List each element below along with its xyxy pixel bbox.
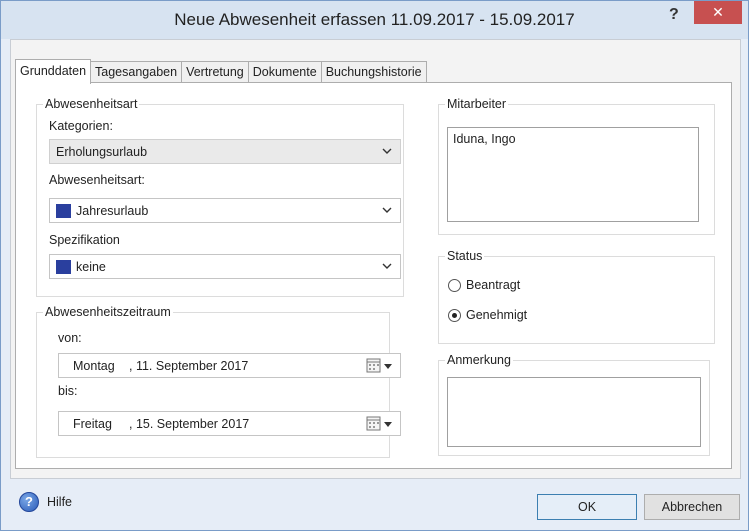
employee-name[interactable]: Iduna, Ingo xyxy=(453,132,516,146)
status-radio-genehmigt[interactable] xyxy=(448,309,461,322)
to-date-input[interactable]: Freitag , 15. September 2017 xyxy=(58,411,401,436)
to-label: bis: xyxy=(58,384,78,398)
chevron-down-icon xyxy=(382,148,392,154)
tab-grunddaten[interactable]: Grunddaten xyxy=(15,59,92,84)
status-genehmigt-label[interactable]: Genehmigt xyxy=(466,308,527,322)
tab-tagesangaben[interactable]: Tagesangaben xyxy=(90,61,183,83)
status-group: Status xyxy=(438,249,715,344)
status-beantragt-label[interactable]: Beantragt xyxy=(466,278,520,292)
color-swatch-icon xyxy=(56,260,71,274)
absence-type-value: Jahresurlaub xyxy=(76,204,149,218)
help-icon[interactable]: ? xyxy=(19,492,39,512)
absence-type-dropdown[interactable]: Jahresurlaub xyxy=(49,198,401,223)
help-question-icon[interactable]: ? xyxy=(669,6,679,24)
dialog-window: Neue Abwesenheit erfassen 11.09.2017 - 1… xyxy=(0,0,749,531)
categories-value: Erholungsurlaub xyxy=(56,145,148,159)
specification-dropdown[interactable]: keine xyxy=(49,254,401,279)
calendar-dropdown-icon[interactable] xyxy=(366,416,396,432)
from-date-value: , 11. September 2017 xyxy=(129,359,249,373)
tab-vertretung[interactable]: Vertretung xyxy=(181,61,249,83)
period-group-label: Abwesenheitszeitraum xyxy=(43,305,173,319)
absence-type-label: Abwesenheitsart: xyxy=(49,173,145,187)
specification-value: keine xyxy=(76,260,106,274)
period-group: Abwesenheitszeitraum xyxy=(36,305,390,458)
status-group-label: Status xyxy=(445,249,485,263)
to-date-value: , 15. September 2017 xyxy=(129,417,250,431)
to-weekday: Freitag xyxy=(73,417,112,431)
calendar-dropdown-icon[interactable] xyxy=(366,358,396,374)
from-date-input[interactable]: Montag , 11. September 2017 xyxy=(58,353,401,378)
help-link[interactable]: Hilfe xyxy=(47,495,72,509)
from-weekday: Montag xyxy=(73,359,115,373)
employee-list[interactable]: Iduna, Ingo xyxy=(447,127,699,222)
from-label: von: xyxy=(58,331,82,345)
window-title: Neue Abwesenheit erfassen 11.09.2017 - 1… xyxy=(174,10,575,29)
close-button[interactable]: ✕ xyxy=(694,1,742,24)
remark-group-label: Anmerkung xyxy=(445,353,513,367)
remark-textarea[interactable] xyxy=(447,377,701,447)
categories-dropdown[interactable]: Erholungsurlaub xyxy=(49,139,401,164)
employee-group-label: Mitarbeiter xyxy=(445,97,509,111)
status-radio-beantragt[interactable] xyxy=(448,279,461,292)
absence-type-group-label: Abwesenheitsart xyxy=(43,97,140,111)
tab-dokumente[interactable]: Dokumente xyxy=(247,61,322,83)
specification-label: Spezifikation xyxy=(49,233,120,247)
tab-strip: Grunddaten Tagesangaben Vertretung Dokum… xyxy=(15,59,427,84)
chevron-down-icon xyxy=(382,263,392,269)
ok-button[interactable]: OK xyxy=(537,494,637,520)
tab-buchungshistorie[interactable]: Buchungshistorie xyxy=(320,61,427,83)
title-bar[interactable]: Neue Abwesenheit erfassen 11.09.2017 - 1… xyxy=(1,1,748,39)
categories-label: Kategorien: xyxy=(49,119,113,133)
color-swatch-icon xyxy=(56,204,71,218)
cancel-button[interactable]: Abbrechen xyxy=(644,494,740,520)
chevron-down-icon xyxy=(382,207,392,213)
tab-panel-grunddaten: Abwesenheitsart Kategorien: Erholungsurl… xyxy=(15,82,732,469)
